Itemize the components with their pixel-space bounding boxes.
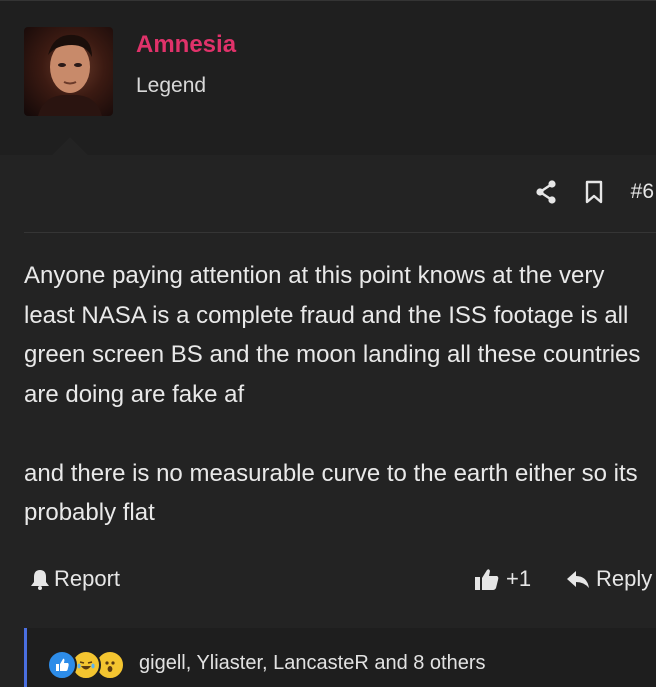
reply-label: Reply [596, 566, 653, 591]
author-title: Legend [136, 74, 207, 97]
post-header: Amnesia Legend [0, 0, 656, 155]
post-paragraph: and there is no measurable curve to the … [24, 459, 638, 527]
post-footer: Report +1 Reply [0, 562, 656, 598]
report-button[interactable]: Report [30, 566, 120, 592]
avatar-portrait-icon [38, 34, 102, 116]
bell-icon [31, 570, 49, 590]
post-actions: #6 [535, 178, 656, 206]
post-body: Anyone paying attention at this point kn… [24, 256, 656, 533]
avatar[interactable] [24, 27, 113, 116]
like-button[interactable]: +1 [474, 566, 531, 592]
post-paragraph: Anyone paying attention at this point kn… [24, 262, 641, 408]
reactions-bar[interactable]: gigell, Yliaster, LancasteR and 8 others [24, 628, 656, 687]
bookmark-icon[interactable] [585, 180, 603, 204]
reply-arrow-icon [567, 571, 589, 588]
thumbs-up-icon [475, 569, 499, 590]
report-label: Report [54, 566, 121, 591]
reply-button[interactable]: Reply [566, 566, 652, 592]
header-divider [24, 232, 656, 233]
author-username[interactable]: Amnesia [136, 31, 236, 59]
post-number-link[interactable]: #6 [631, 180, 656, 204]
share-icon[interactable] [535, 180, 557, 204]
like-count: +1 [506, 566, 532, 591]
like-reaction-icon [47, 650, 77, 680]
reactions-list[interactable]: gigell, Yliaster, LancasteR and 8 others [139, 652, 486, 675]
reaction-icons [47, 650, 125, 680]
header-pointer [52, 137, 88, 155]
